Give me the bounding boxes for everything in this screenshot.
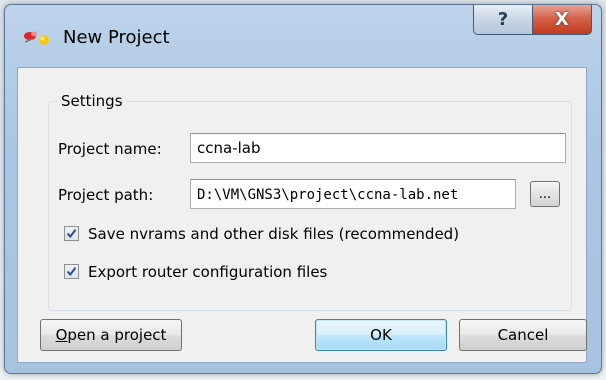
cancel-label: Cancel bbox=[497, 326, 549, 344]
help-icon: ? bbox=[497, 9, 509, 30]
project-path-drive: D:\VM\GNS3\project\ccna-lab.net bbox=[197, 187, 459, 203]
checkmark-icon bbox=[66, 229, 77, 239]
close-icon: X bbox=[555, 9, 569, 30]
export-config-label[interactable]: Export router configuration files bbox=[88, 263, 327, 281]
project-path-label: Project path: bbox=[58, 186, 154, 204]
close-button[interactable]: X bbox=[532, 5, 592, 35]
ok-button[interactable]: OK bbox=[315, 319, 447, 351]
browse-button[interactable]: ... bbox=[530, 181, 560, 207]
checkmark-icon bbox=[66, 267, 77, 277]
save-nvrams-checkbox[interactable] bbox=[64, 226, 79, 241]
window-title: New Project bbox=[63, 27, 170, 48]
project-name-input[interactable]: ccna-lab bbox=[190, 133, 566, 163]
export-config-checkbox[interactable] bbox=[64, 264, 79, 279]
gns3-app-icon bbox=[24, 31, 49, 45]
title-bar[interactable]: New Project ? X bbox=[5, 5, 601, 67]
browse-button-label: ... bbox=[538, 186, 552, 202]
help-button[interactable]: ? bbox=[473, 5, 533, 35]
project-path-input[interactable]: D:\VM\GNS3\project\ccna-lab.net bbox=[190, 179, 516, 209]
ok-label: OK bbox=[370, 326, 392, 344]
open-project-label: Open a project bbox=[55, 326, 167, 344]
project-name-label: Project name: bbox=[58, 140, 162, 158]
cancel-button[interactable]: Cancel bbox=[459, 319, 587, 351]
settings-group-title: Settings bbox=[57, 92, 127, 110]
new-project-dialog: New Project ? X Settings Project name: c… bbox=[4, 4, 602, 374]
dialog-client-area: Settings Project name: ccna-lab Project … bbox=[17, 67, 587, 363]
open-project-button[interactable]: Open a project bbox=[40, 319, 182, 351]
save-nvrams-label[interactable]: Save nvrams and other disk files (recomm… bbox=[88, 225, 459, 243]
